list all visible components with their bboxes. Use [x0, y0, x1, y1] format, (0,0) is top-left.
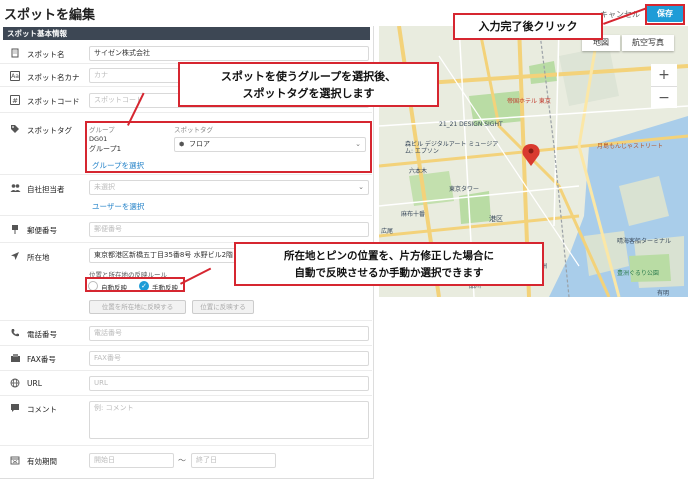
postal-row: 郵便番号 郵便番号: [0, 216, 372, 243]
map-label-tsukishima: 月島もんじゃストリート: [597, 143, 664, 150]
hash-icon: #: [10, 95, 20, 105]
phone-input[interactable]: 電話番号: [89, 326, 369, 341]
reflect-to-address-button[interactable]: 位置を所在地に反映する: [89, 300, 186, 314]
zoom-out-button[interactable]: −: [651, 86, 677, 108]
fax-input[interactable]: FAX番号: [89, 351, 369, 366]
url-row: URL URL: [0, 371, 372, 396]
page-title: スポットを編集: [4, 8, 96, 23]
spot-kana-label: スポット名カナ: [27, 73, 80, 82]
staff-select[interactable]: 未選択 ⌄: [89, 180, 369, 195]
start-date-input[interactable]: 開始日: [89, 453, 174, 468]
save-callout-text: 入力完了後クリック: [478, 20, 578, 33]
kana-icon: Aa: [10, 71, 20, 81]
map-label-hiroo: 広尾: [381, 228, 394, 235]
url-label: URL: [27, 379, 42, 388]
calendar-icon: [10, 455, 20, 465]
fax-row: FAX番号 FAX番号: [0, 346, 372, 371]
save-highlight-box: [645, 4, 685, 25]
spot-name-input[interactable]: サイゼン株式会社: [89, 46, 369, 61]
spot-tag-highlight-box: [85, 121, 372, 173]
tag-callout: スポットを使うグループを選択後、 スポットタグを選択します: [178, 62, 439, 107]
phone-icon: [10, 328, 20, 338]
map-label-design-sight: 21_21 DESIGN SIGHT: [439, 121, 503, 128]
address-callout-line1: 所在地とピンの位置を、片方修正した場合に: [284, 250, 494, 262]
address-callout: 所在地とピンの位置を、片方修正した場合に 自動で反映させるか手動か選択できます: [234, 242, 544, 286]
tag-callout-line2: スポットタグを選択します: [242, 87, 375, 100]
staff-row: 自社担当者 未選択 ⌄ ユーザーを選択: [0, 175, 372, 216]
spot-code-label: スポットコード: [27, 97, 80, 106]
validity-row: 有効期間 開始日 〜 終了日: [0, 446, 372, 476]
map-label-minato: 港区: [489, 215, 503, 223]
comment-icon: [10, 403, 20, 413]
map-type-tab-satellite[interactable]: 航空写真: [622, 35, 674, 51]
map-label-ariake: 有明: [657, 290, 670, 297]
phone-label: 電話番号: [27, 330, 57, 339]
url-input[interactable]: URL: [89, 376, 369, 391]
date-separator: 〜: [178, 456, 186, 465]
map-label-mori-museum: 森ビル デジタルアート ミュージアム: エプソン: [405, 141, 499, 155]
zoom-in-button[interactable]: +: [651, 64, 677, 86]
section-title: スポット基本情報: [3, 27, 370, 40]
phone-row: 電話番号 電話番号: [0, 321, 372, 346]
building-icon: [10, 48, 20, 58]
mailbox-icon: [10, 224, 20, 234]
validity-label: 有効期間: [27, 457, 57, 466]
tag-icon: [10, 124, 20, 134]
comment-label: コメント: [27, 405, 57, 414]
address-callout-line2: 自動で反映させるか手動か選択できます: [294, 267, 484, 279]
reflect-to-position-button[interactable]: 位置に反映する: [192, 300, 254, 314]
tag-callout-line1: スポットを使うグループを選択後、: [220, 70, 397, 83]
spot-name-row: スポット名 サイゼン株式会社: [0, 42, 372, 64]
fax-icon: [10, 353, 20, 363]
chevron-down-icon: ⌄: [358, 183, 364, 191]
postal-input[interactable]: 郵便番号: [89, 222, 369, 237]
postal-label: 郵便番号: [27, 226, 57, 235]
spot-name-label: スポット名: [27, 50, 65, 59]
address-label: 所在地: [27, 253, 50, 262]
map-label-toyosu: 豊洲ぐるり公園: [617, 270, 659, 277]
end-date-input[interactable]: 終了日: [191, 453, 276, 468]
spot-tag-label: スポットタグ: [27, 126, 72, 135]
map-label-azabu-juban: 麻布十番: [401, 211, 426, 218]
map-label-tokyo-tower: 東京タワー: [449, 186, 480, 193]
comment-textarea[interactable]: 例: コメント: [89, 401, 369, 439]
map-label-imperial-hotel: 帝国ホテル 東京: [507, 98, 551, 105]
select-user-link[interactable]: ユーザーを選択: [92, 201, 144, 212]
comment-row: コメント 例: コメント: [0, 396, 372, 446]
save-callout: 入力完了後クリック: [453, 13, 603, 40]
globe-icon: [10, 378, 20, 388]
map-label-roppongi: 六本木: [409, 168, 428, 175]
users-icon: [10, 183, 21, 193]
reflect-rule-highlight-box: [85, 277, 185, 292]
fax-label: FAX番号: [27, 355, 56, 364]
staff-placeholder: 未選択: [94, 183, 115, 191]
map-label-harumi: 晴海客船ターミナル: [617, 238, 672, 245]
location-arrow-icon: [10, 251, 20, 261]
staff-label: 自社担当者: [27, 185, 65, 194]
